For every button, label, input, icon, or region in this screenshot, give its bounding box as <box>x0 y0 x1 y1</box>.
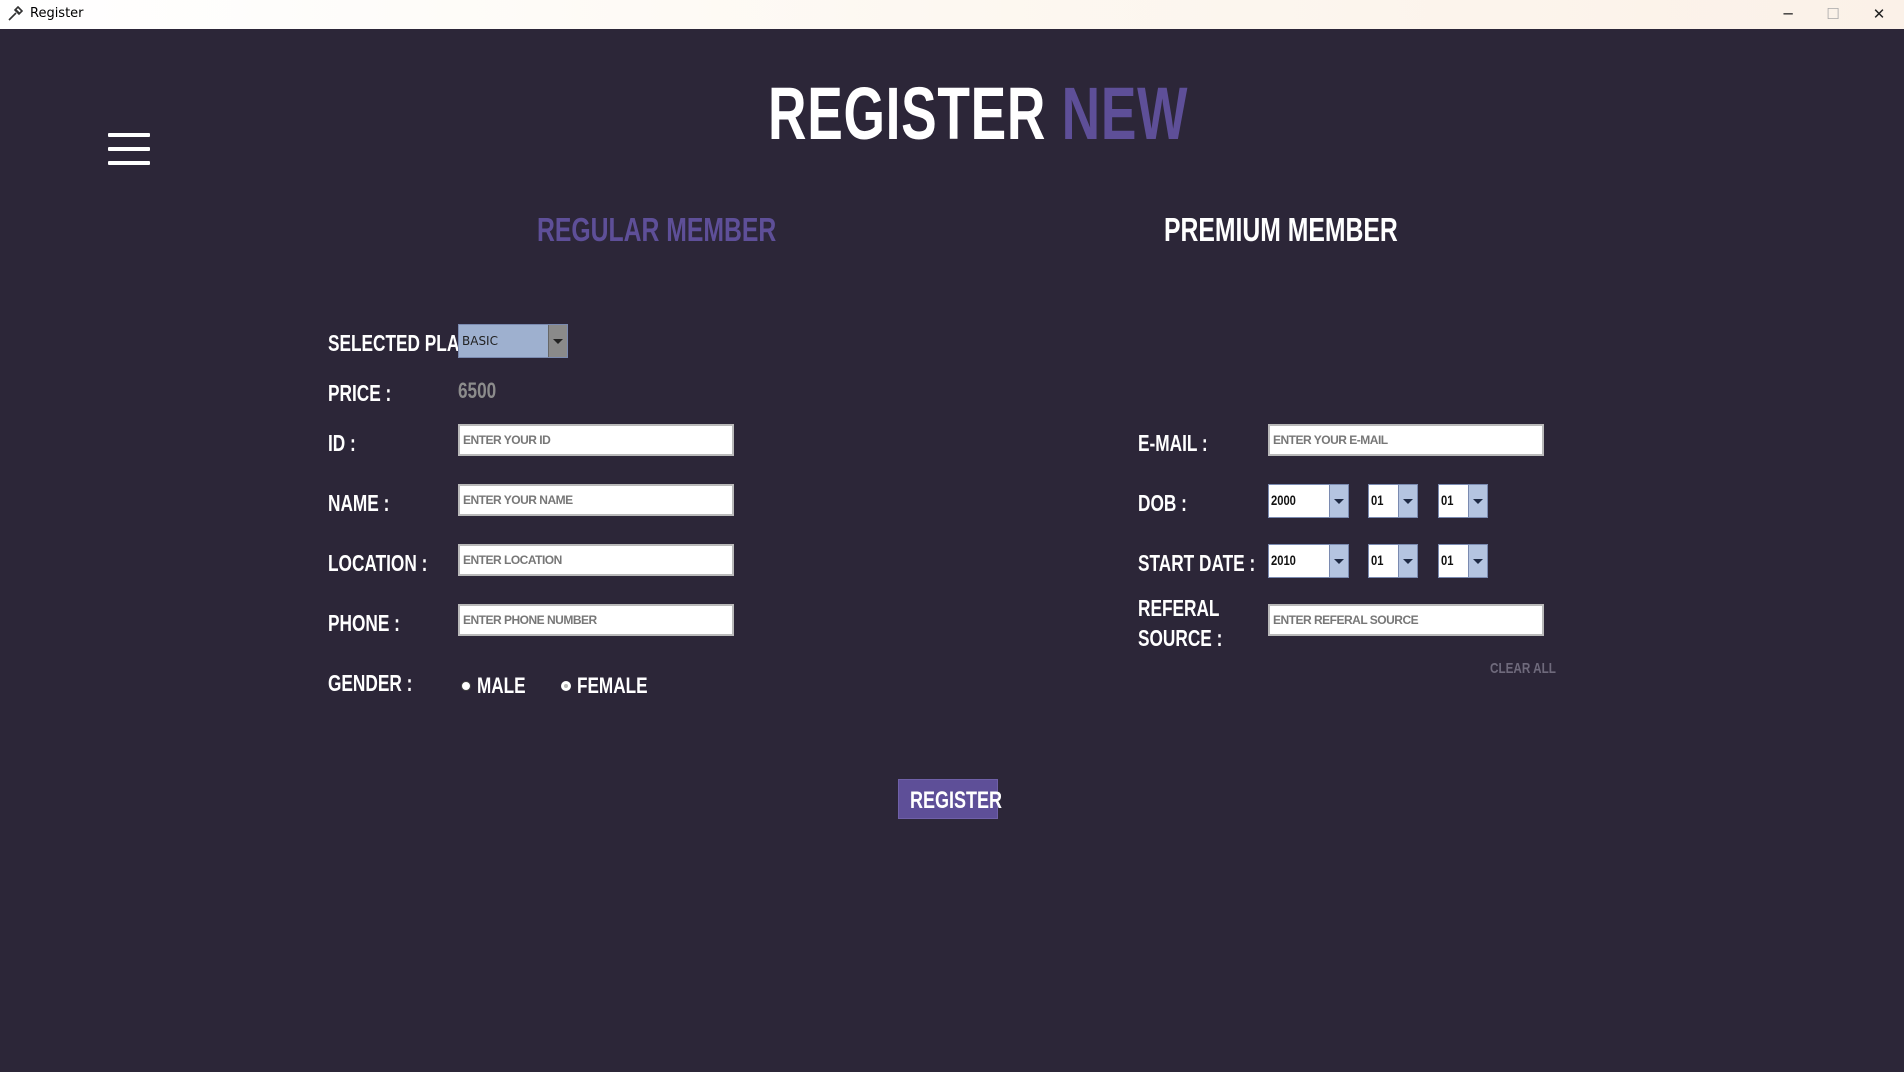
page-title-part1: REGISTER <box>768 72 1047 155</box>
start-date-label: START DATE : <box>1138 550 1256 576</box>
clear-all-link[interactable]: CLEAR ALL <box>1490 660 1556 677</box>
close-button[interactable]: ✕ <box>1856 0 1902 29</box>
radio-unchecked-icon <box>461 681 471 691</box>
chevron-down-icon[interactable] <box>1329 545 1348 577</box>
start-day-select[interactable]: 01 <box>1438 544 1488 578</box>
location-input[interactable] <box>458 544 734 576</box>
referral-label-line1: REFERAL <box>1138 595 1220 621</box>
location-label: LOCATION : <box>328 550 428 576</box>
gender-male-label: MALE <box>477 673 526 698</box>
maximize-button[interactable]: ☐ <box>1810 0 1856 29</box>
chevron-down-icon[interactable] <box>1468 485 1487 517</box>
name-input[interactable] <box>458 484 734 516</box>
register-button[interactable]: REGISTER <box>898 779 1002 819</box>
dob-day-select[interactable]: 01 <box>1438 484 1488 518</box>
radio-checked-icon <box>561 681 571 691</box>
tools-icon <box>8 6 23 21</box>
plan-select[interactable]: BASIC <box>458 324 568 358</box>
chevron-down-icon[interactable] <box>1398 545 1417 577</box>
chevron-down-icon[interactable] <box>548 325 567 357</box>
tab-regular-member[interactable]: REGULAR MEMBER <box>537 211 776 249</box>
dob-label: DOB : <box>1138 490 1187 516</box>
referral-input[interactable] <box>1268 604 1544 636</box>
price-label: PRICE : <box>328 380 392 406</box>
tab-premium-member[interactable]: PREMIUM MEMBER <box>1164 211 1398 249</box>
gender-female-label: FEMALE <box>577 673 648 698</box>
name-label: NAME : <box>328 490 390 516</box>
dob-year-select[interactable]: 2000 <box>1268 484 1349 518</box>
phone-label: PHONE : <box>328 610 400 636</box>
dob-month-value: 01 <box>1371 492 1384 508</box>
dob-month-select[interactable]: 01 <box>1368 484 1418 518</box>
start-day-value: 01 <box>1441 552 1454 568</box>
page-title: REGISTER NEW <box>768 71 1188 156</box>
dob-year-value: 2000 <box>1271 492 1296 508</box>
id-input[interactable] <box>458 424 734 456</box>
chevron-down-icon[interactable] <box>1468 545 1487 577</box>
window-title: Register <box>30 6 84 21</box>
email-input[interactable] <box>1268 424 1544 456</box>
hamburger-menu-icon[interactable] <box>108 133 150 165</box>
start-year-select[interactable]: 2010 <box>1268 544 1349 578</box>
id-label: ID : <box>328 430 356 456</box>
phone-input[interactable] <box>458 604 734 636</box>
title-bar: Register ─ ☐ ✕ <box>0 0 1904 29</box>
minimize-button[interactable]: ─ <box>1765 0 1811 29</box>
chevron-down-icon[interactable] <box>1329 485 1348 517</box>
plan-select-value: BASIC <box>462 334 498 348</box>
price-value: 6500 <box>458 378 497 403</box>
chevron-down-icon[interactable] <box>1398 485 1417 517</box>
start-month-select[interactable]: 01 <box>1368 544 1418 578</box>
email-label: E-MAIL : <box>1138 430 1208 456</box>
referral-label-line2: SOURCE : <box>1138 625 1223 651</box>
register-button-label: REGISTER <box>910 787 1003 814</box>
start-year-value: 2010 <box>1271 552 1296 568</box>
gender-label: GENDER : <box>328 670 413 696</box>
page-title-part2: NEW <box>1061 72 1189 155</box>
dob-day-value: 01 <box>1441 492 1454 508</box>
start-month-value: 01 <box>1371 552 1384 568</box>
